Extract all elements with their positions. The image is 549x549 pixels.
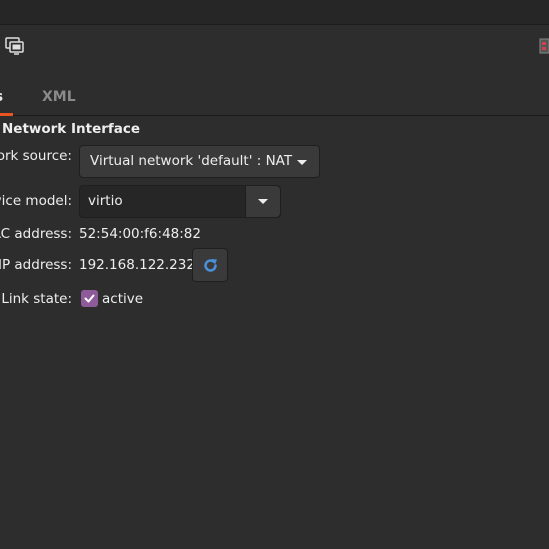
console-display-icon[interactable]: [5, 36, 25, 56]
tab-bar: ls XML: [0, 79, 549, 116]
section-title: Network Interface: [2, 121, 141, 137]
device-model-entry[interactable]: virtio: [80, 186, 246, 217]
chevron-down-icon: [297, 160, 307, 165]
tab-xml[interactable]: XML: [42, 79, 76, 115]
device-model-dropdown-button[interactable]: [245, 186, 280, 217]
link-state-checkbox-label[interactable]: active: [102, 291, 143, 307]
network-source-dropdown[interactable]: Virtual network 'default' : NAT: [79, 145, 320, 178]
chevron-down-icon: [258, 199, 268, 204]
ip-address-label: IP address:: [0, 257, 72, 273]
window-edge-icon[interactable]: [539, 37, 549, 55]
toolbar: [0, 25, 549, 69]
refresh-icon: [202, 257, 219, 274]
tab-xml-label: XML: [42, 89, 76, 105]
mac-address-value: 52:54:00:f6:48:82: [79, 226, 201, 242]
link-state-label: Link state:: [1, 291, 72, 307]
device-model-combo: virtio: [79, 185, 281, 218]
mac-address-label: AC address:: [0, 226, 72, 242]
window-titlebar: [0, 0, 549, 25]
network-source-value: Virtual network 'default' : NAT: [90, 153, 293, 169]
ip-address-value: 192.168.122.232: [79, 257, 195, 273]
tab-details[interactable]: ls: [0, 79, 14, 116]
tab-details-label: ls: [0, 89, 3, 105]
refresh-ip-button[interactable]: [192, 248, 228, 282]
link-state-checkbox[interactable]: [81, 290, 98, 307]
checkmark-icon: [84, 294, 95, 303]
device-model-label: vice model:: [0, 193, 72, 209]
network-source-label: ork source:: [0, 148, 72, 164]
